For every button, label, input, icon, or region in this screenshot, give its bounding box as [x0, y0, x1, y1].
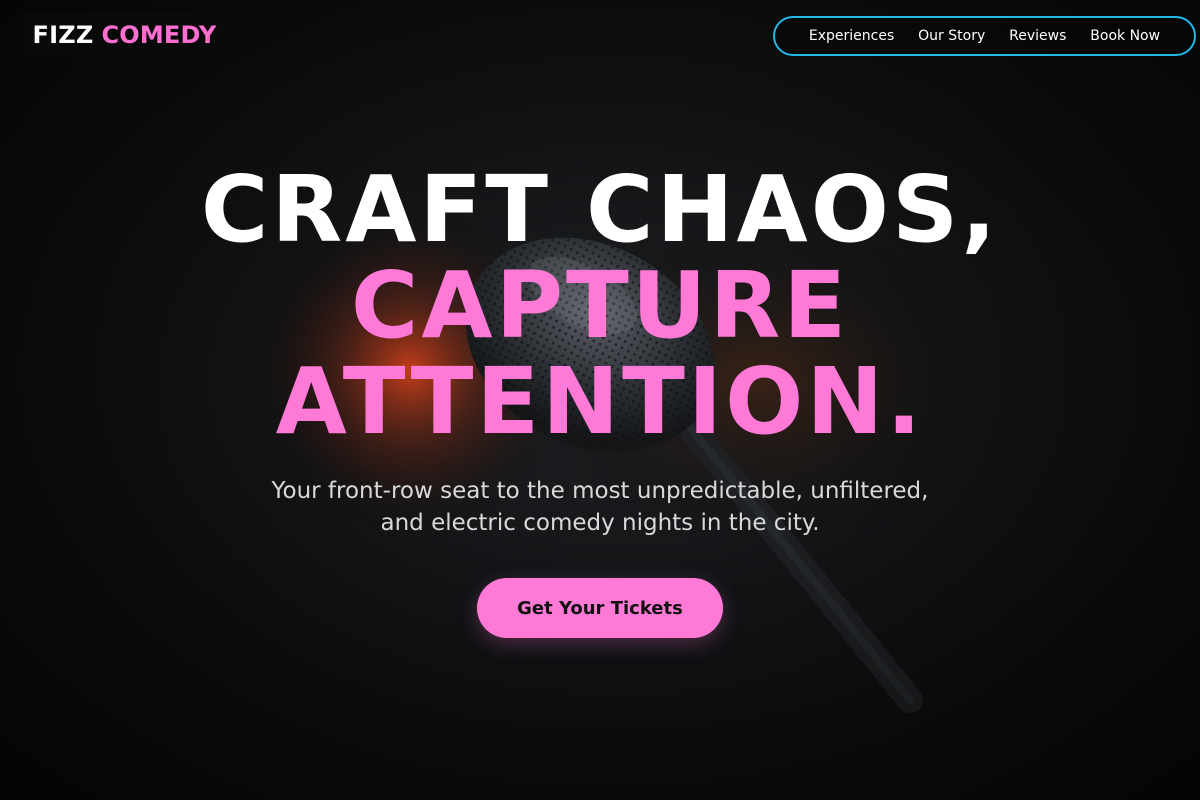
nav-link-reviews[interactable]: Reviews [1009, 28, 1066, 44]
hero-headline-line-2: CAPTURE [350, 252, 850, 359]
hero-headline-line-1: CRAFT CHAOS, [200, 156, 1000, 263]
get-tickets-button[interactable]: Get Your Tickets [477, 578, 723, 638]
nav-link-our-story[interactable]: Our Story [918, 28, 985, 44]
brand-logo[interactable]: FIZZ COMEDY [24, 13, 225, 57]
main-nav: Experiences Our Story Reviews Book Now [773, 16, 1196, 56]
brand-name-accent: COMEDY [101, 21, 217, 49]
nav-link-book-now[interactable]: Book Now [1090, 28, 1160, 44]
hero-subtitle: Your front-row seat to the most unpredic… [271, 478, 929, 536]
hero-section: FIZZ COMEDY Experiences Our Story Review… [0, 0, 1200, 800]
brand-name-primary: FIZZ [32, 21, 94, 49]
top-navigation-bar: FIZZ COMEDY Experiences Our Story Review… [0, 0, 1200, 72]
nav-link-experiences[interactable]: Experiences [809, 28, 894, 44]
hero-headline-line-3: ATTENTION. [275, 348, 925, 455]
